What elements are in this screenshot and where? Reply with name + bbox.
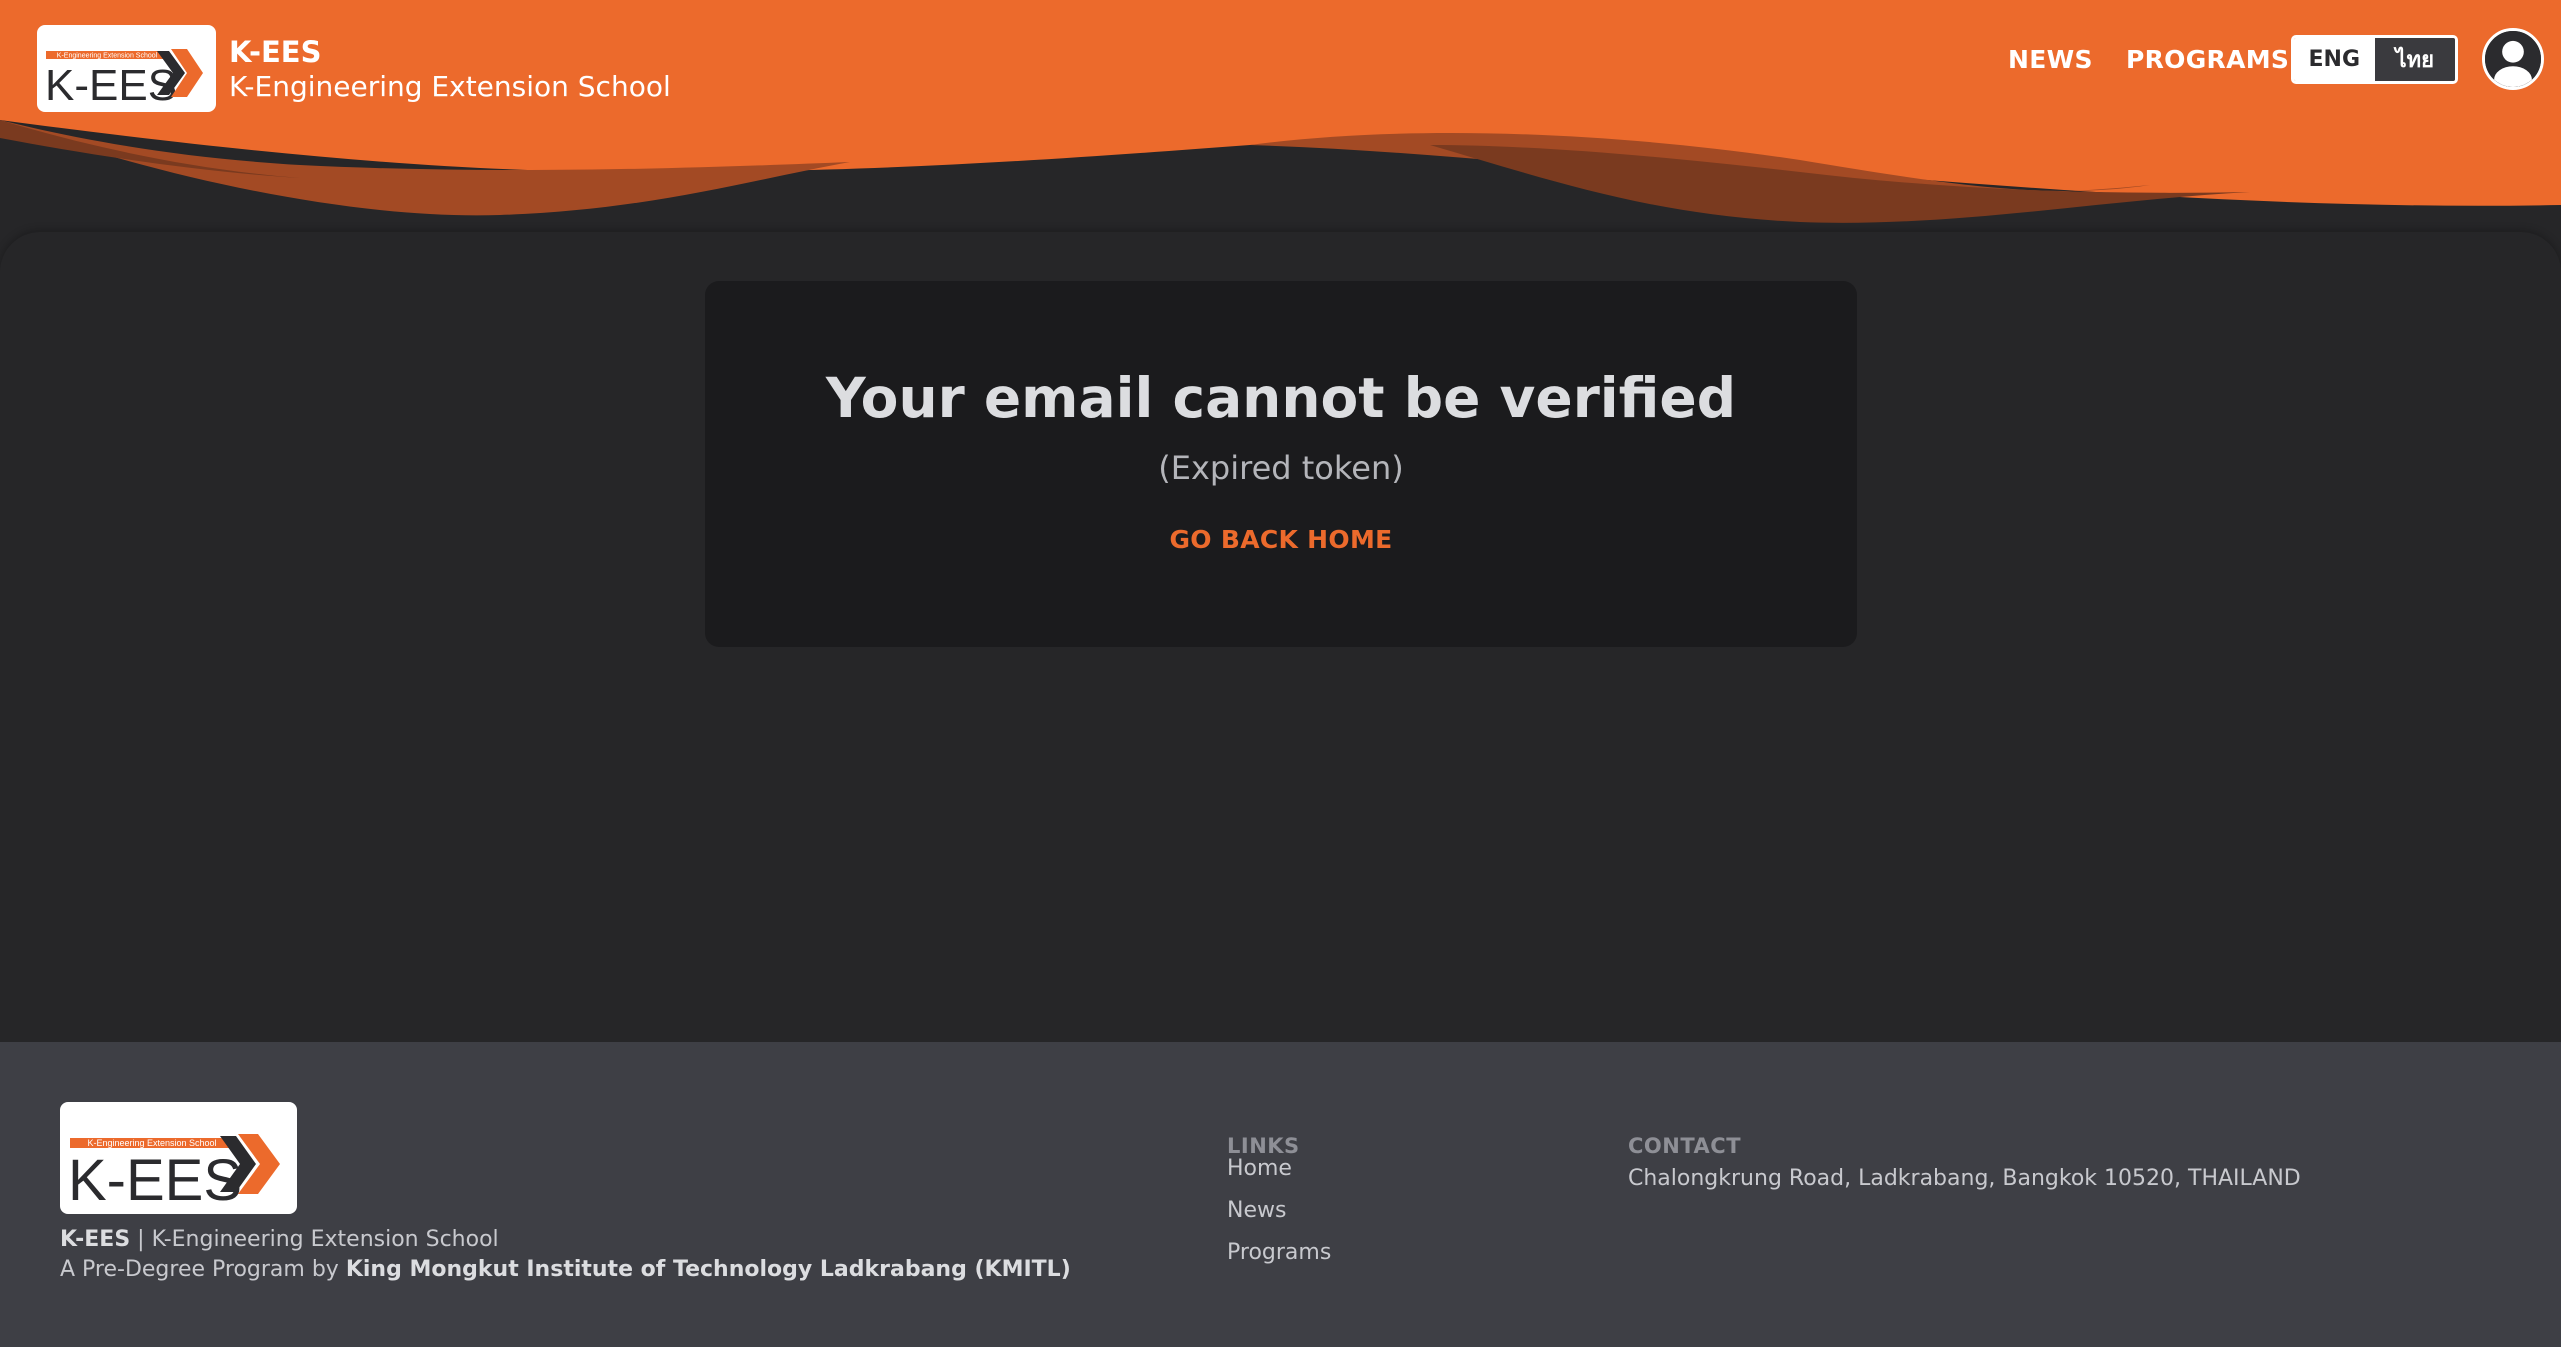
brand-block: K-EES K-Engineering Extension School xyxy=(229,34,671,104)
footer-program-line: A Pre-Degree Program by King Mongkut Ins… xyxy=(60,1255,1071,1285)
nav-news-link[interactable]: NEWS xyxy=(2008,40,2093,80)
footer-brand-separator: | xyxy=(130,1227,152,1252)
go-back-home-link[interactable]: GO BACK HOME xyxy=(1169,525,1392,554)
footer-contact-title: CONTACT xyxy=(1628,1134,1742,1158)
kees-logo-icon: K-Engineering Extension School K-EES xyxy=(45,49,203,110)
footer-link-news[interactable]: News xyxy=(1227,1190,1331,1232)
lang-thai-button[interactable]: ไทย xyxy=(2374,38,2455,81)
error-reason: (Expired token) xyxy=(1158,449,1404,487)
logo-text: K-EES xyxy=(45,61,177,110)
footer-brand-short: K-EES xyxy=(60,1227,131,1252)
footer-program-org: King Mongkut Institute of Technology Lad… xyxy=(345,1257,1071,1282)
logo-banner-text: K-Engineering Extension School xyxy=(57,53,158,60)
user-avatar-button[interactable] xyxy=(2482,28,2544,90)
verification-message-card: Your email cannot be verified (Expired t… xyxy=(705,281,1857,647)
kees-footer-logo-icon: K-Engineering Extension School K-EES xyxy=(68,1134,280,1213)
footer-brand-long: K-Engineering Extension School xyxy=(151,1227,499,1252)
site-header: K-Engineering Extension School K-EES K-E… xyxy=(0,0,2561,230)
brand-name: K-EES xyxy=(229,35,322,69)
footer-contact-address: Chalongkrung Road, Ladkrabang, Bangkok 1… xyxy=(1628,1166,2301,1191)
language-switch: ENG ไทย xyxy=(2291,35,2458,84)
go-back-home-container: GO BACK HOME xyxy=(705,521,1857,559)
footer-links-list: Home News Programs xyxy=(1227,1148,1331,1274)
footer-program-prefix: A Pre-Degree Program by xyxy=(60,1257,346,1282)
footer-brand-line: K-EES | K-Engineering Extension School xyxy=(60,1225,499,1255)
page-title: Your email cannot be verified xyxy=(825,366,1737,430)
footer-link-programs[interactable]: Programs xyxy=(1227,1232,1331,1274)
brand-subtitle: K-Engineering Extension School xyxy=(229,70,671,103)
user-avatar-icon xyxy=(2485,31,2541,87)
site-footer: K-Engineering Extension School K-EES K-E… xyxy=(0,1042,2561,1347)
header-logo[interactable]: K-Engineering Extension School K-EES xyxy=(37,25,216,112)
footer-logo-text: K-EES xyxy=(68,1148,242,1213)
footer-link-home[interactable]: Home xyxy=(1227,1148,1331,1190)
footer-logo-banner-text: K-Engineering Extension School xyxy=(87,1138,216,1148)
footer-logo: K-Engineering Extension School K-EES xyxy=(60,1102,297,1214)
lang-eng-button[interactable]: ENG xyxy=(2294,38,2375,81)
nav-programs-link[interactable]: PROGRAMS xyxy=(2126,40,2289,80)
